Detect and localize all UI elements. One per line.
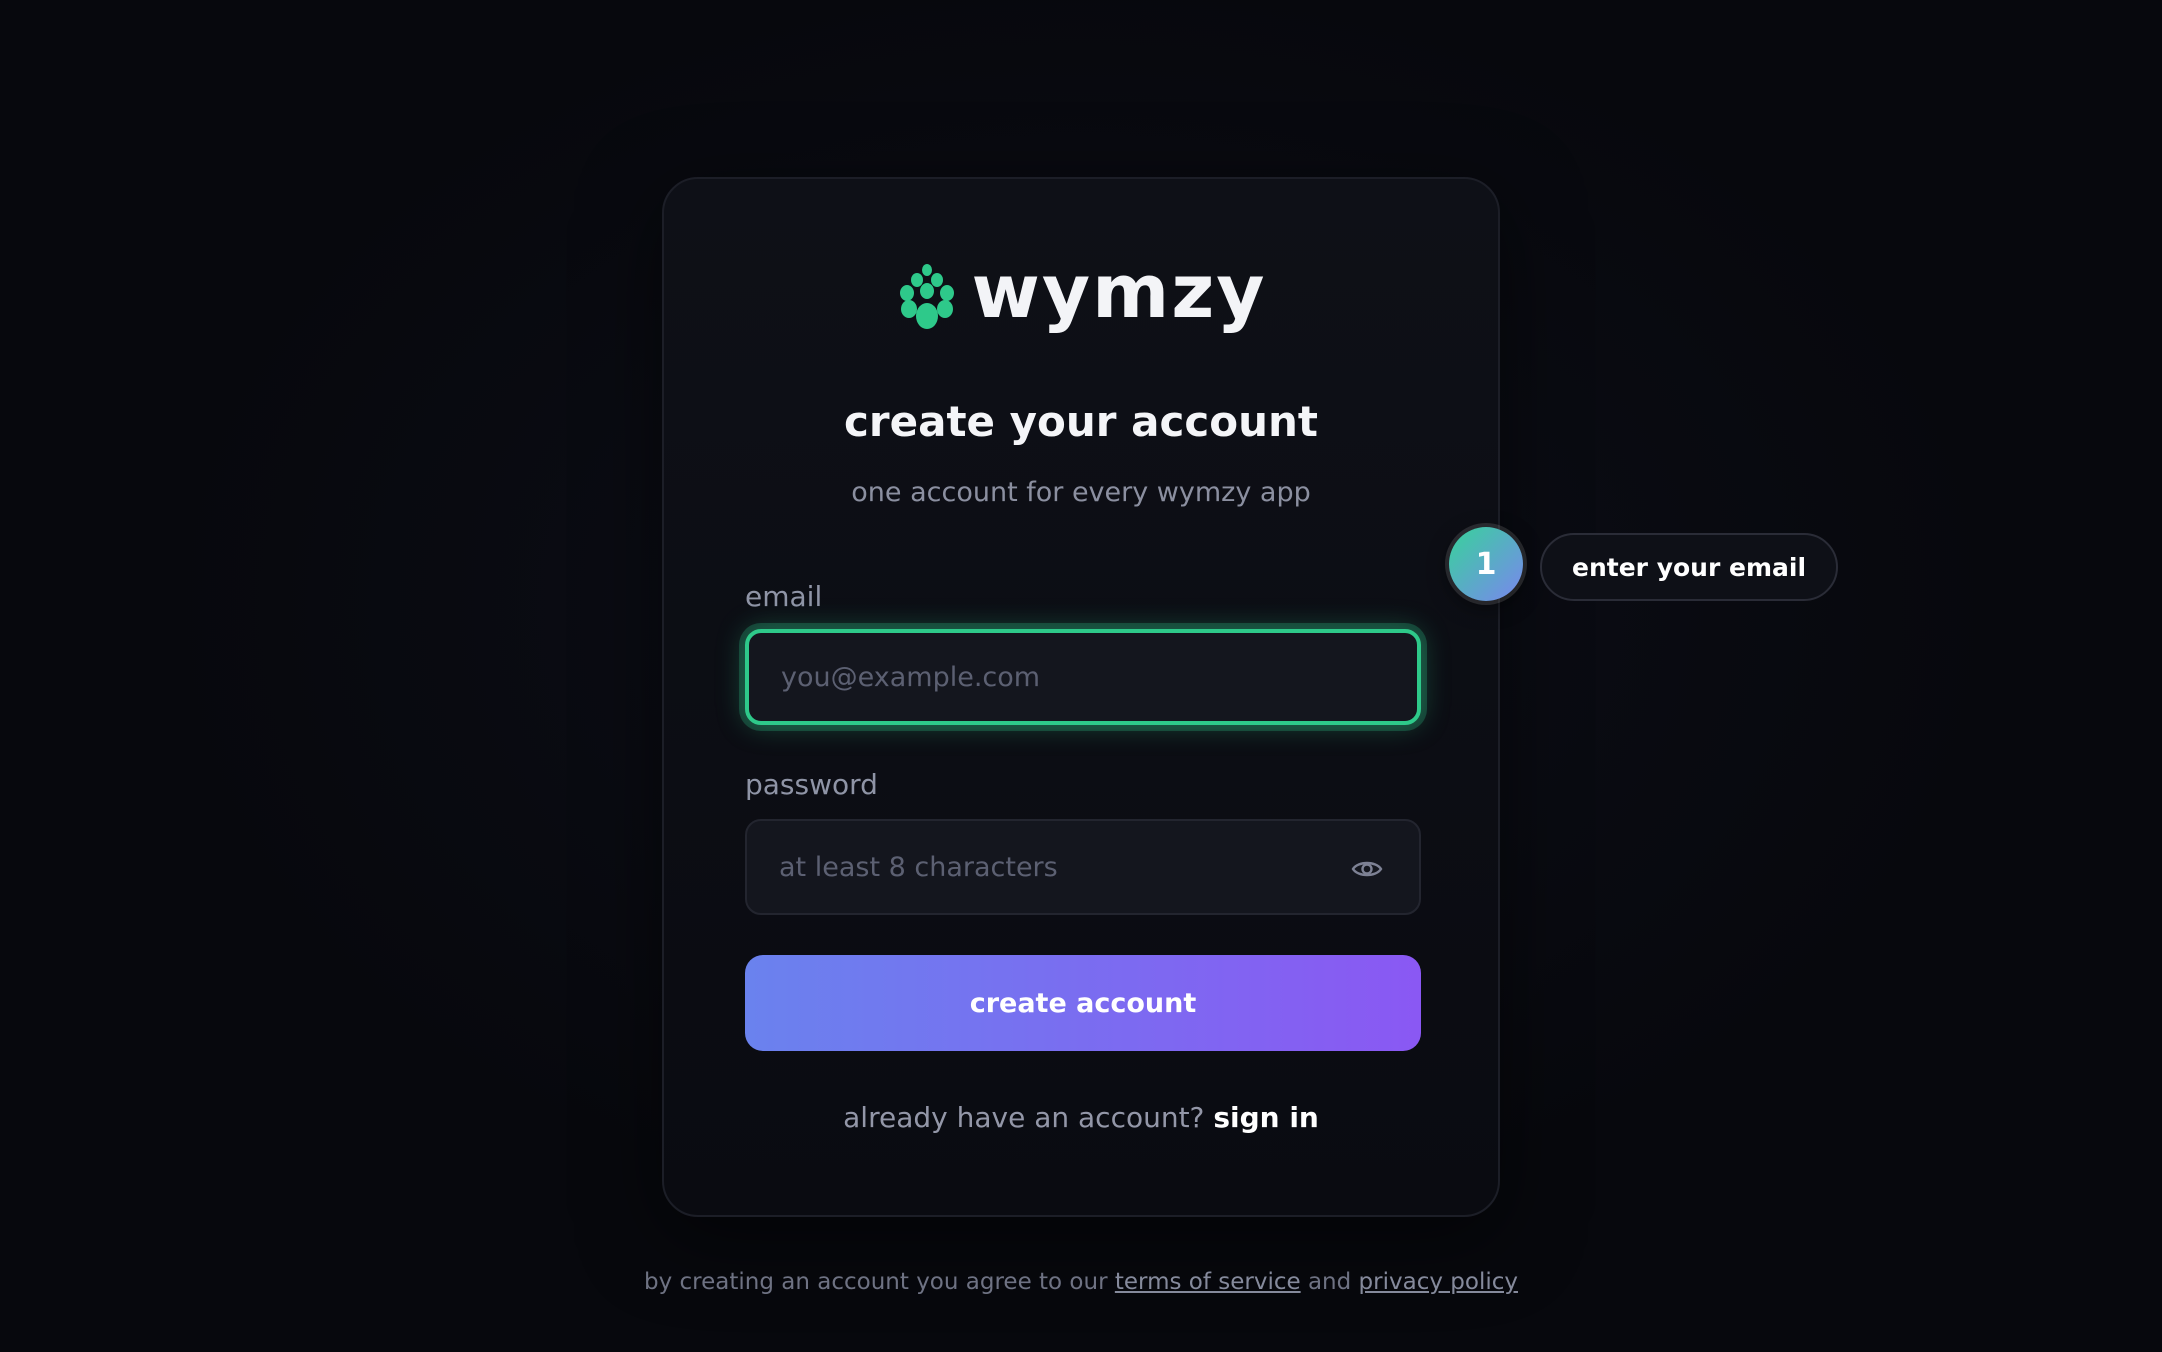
page-title: create your account: [844, 397, 1318, 446]
signin-link[interactable]: sign in: [1213, 1101, 1319, 1134]
legal-prefix: by creating an account you agree to our: [644, 1269, 1108, 1295]
page-subtitle: one account for every wymzy app: [851, 477, 1311, 508]
brand-name: wymzy: [971, 249, 1267, 335]
password-field-wrapper: [745, 819, 1421, 915]
signup-card: wymzy create your account one account fo…: [662, 177, 1500, 1217]
signin-prompt: already have an account?: [843, 1101, 1205, 1134]
password-input[interactable]: [747, 821, 1339, 913]
email-field-wrapper: [745, 629, 1421, 725]
eye-icon[interactable]: [1351, 853, 1383, 885]
legal-notice: by creating an account you agree to our …: [0, 1269, 2162, 1297]
page-background: wymzy create your account one account fo…: [0, 0, 2162, 1352]
legal-conjunction: and: [1307, 1269, 1352, 1295]
email-input[interactable]: [749, 633, 1341, 721]
privacy-link[interactable]: privacy policy: [1359, 1269, 1518, 1295]
terms-link[interactable]: terms of service: [1115, 1269, 1301, 1295]
brand-logo: wymzy: [664, 249, 1498, 337]
email-label: email: [745, 580, 823, 613]
password-label: password: [745, 768, 878, 801]
create-account-button[interactable]: create account: [745, 955, 1421, 1051]
signin-row: already have an account? sign in: [664, 1101, 1498, 1135]
onboarding-tooltip: enter your email: [1540, 533, 1839, 601]
step-badge: 1: [1449, 527, 1523, 601]
pinecone-icon: [900, 264, 955, 329]
